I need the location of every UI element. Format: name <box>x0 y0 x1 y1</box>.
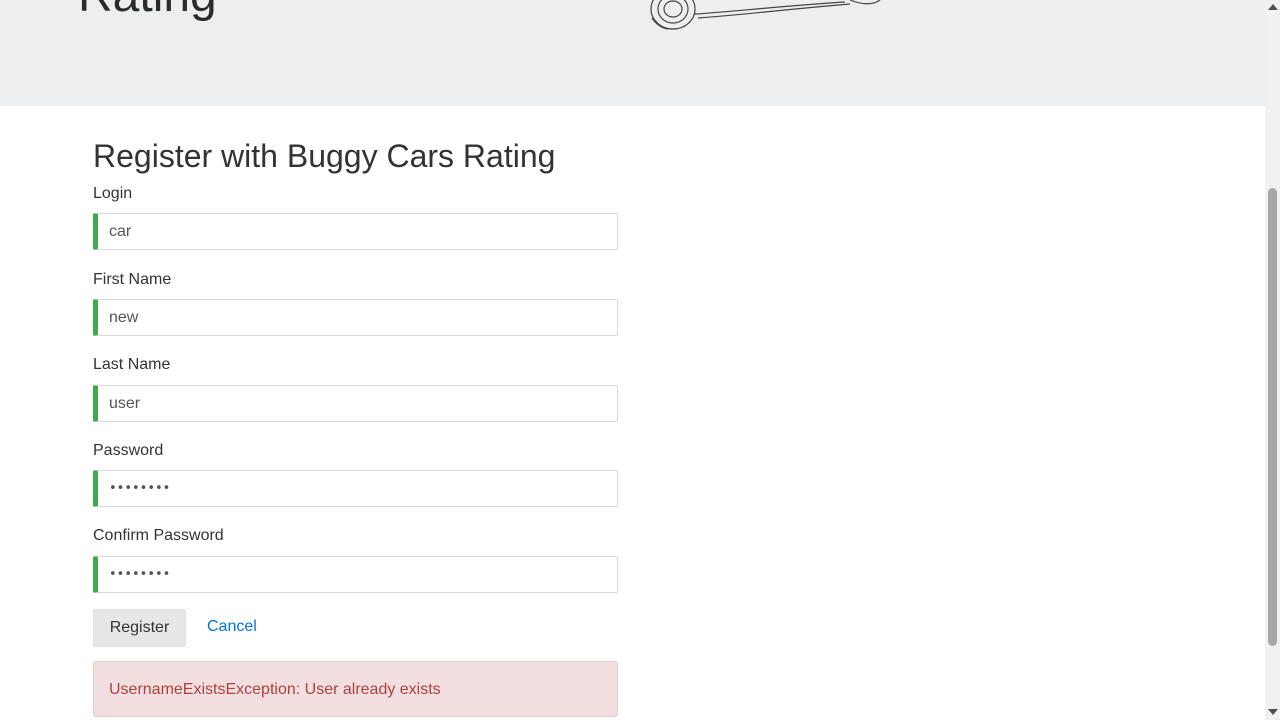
scroll-down-arrow-icon[interactable] <box>1268 709 1278 715</box>
scroll-thumb[interactable] <box>1268 188 1277 646</box>
confirm-password-input[interactable] <box>93 556 618 593</box>
login-label: Login <box>93 185 133 202</box>
cancel-link[interactable]: Cancel <box>207 617 257 637</box>
vertical-scrollbar[interactable] <box>1265 0 1280 720</box>
brand-title: Rating <box>78 0 217 26</box>
first-name-label: First Name <box>93 271 172 288</box>
first-name-input[interactable] <box>93 299 618 336</box>
login-input[interactable] <box>93 213 618 250</box>
page: Rating Register with Buggy Cars Rating L… <box>0 0 1265 720</box>
page-title: Register with Buggy Cars Rating <box>93 138 556 174</box>
scroll-up-arrow-icon[interactable] <box>1268 4 1278 10</box>
confirm-password-label: Confirm Password <box>93 527 224 544</box>
register-button[interactable]: Register <box>93 609 186 647</box>
header-banner: Rating <box>0 0 1265 106</box>
password-label: Password <box>93 442 164 459</box>
error-alert: UsernameExistsException: User already ex… <box>93 661 618 717</box>
car-sketch-icon <box>650 0 881 30</box>
password-input[interactable] <box>93 470 618 507</box>
last-name-input[interactable] <box>93 385 618 422</box>
last-name-label: Last Name <box>93 356 171 373</box>
